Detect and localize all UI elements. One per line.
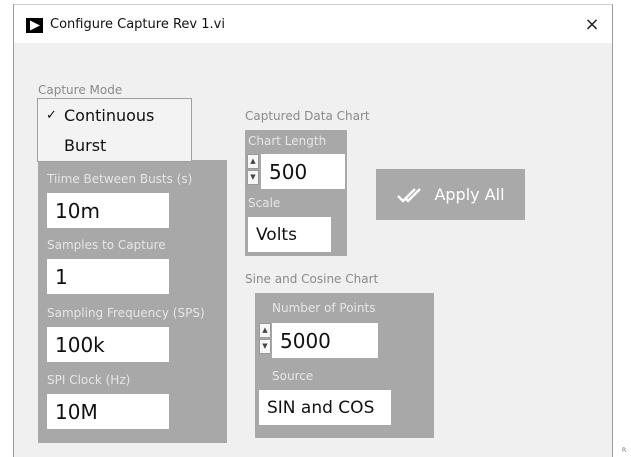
number-of-points-down-button[interactable]: ▼ bbox=[259, 339, 271, 354]
close-icon: × bbox=[584, 13, 600, 35]
double-check-icon bbox=[397, 187, 422, 203]
source-field[interactable]: SIN and COS bbox=[259, 390, 391, 425]
captured-data-chart-label: Captured Data Chart bbox=[245, 109, 370, 123]
menu-item-burst[interactable]: Burst bbox=[64, 136, 106, 155]
number-of-points-up-button[interactable]: ▲ bbox=[259, 323, 271, 338]
sampling-frequency-field[interactable]: 100k bbox=[47, 327, 169, 362]
samples-to-capture-label: Samples to Capture bbox=[47, 238, 166, 252]
labview-run-arrow-icon bbox=[26, 18, 43, 33]
number-of-points-label: Number of Points bbox=[272, 301, 376, 315]
spi-clock-label: SPI Clock (Hz) bbox=[47, 373, 131, 387]
scale-label: Scale bbox=[248, 196, 281, 210]
time-between-bursts-field[interactable]: 10m bbox=[47, 193, 169, 228]
close-button[interactable]: × bbox=[578, 11, 606, 37]
capture-mode-menu: ✓ Continuous Burst bbox=[37, 98, 192, 162]
dialog-window: Configure Capture Rev 1.vi × Capture Mod… bbox=[13, 4, 613, 457]
time-between-bursts-label: Tiime Between Busts (s) bbox=[47, 172, 193, 186]
sine-cosine-chart-label: Sine and Cosine Chart bbox=[245, 272, 379, 286]
scale-field[interactable]: Volts bbox=[248, 217, 331, 252]
spi-clock-field[interactable]: 10M bbox=[47, 394, 169, 429]
checkmark-icon: ✓ bbox=[46, 108, 57, 123]
corner-mark: R bbox=[622, 447, 627, 454]
chart-length-up-button[interactable]: ▲ bbox=[247, 154, 259, 169]
apply-all-button[interactable]: Apply All bbox=[376, 169, 525, 220]
menu-item-continuous[interactable]: Continuous bbox=[64, 106, 154, 125]
window-title: Configure Capture Rev 1.vi bbox=[50, 17, 225, 32]
chart-length-field[interactable]: 500 bbox=[261, 154, 345, 189]
chart-length-down-button[interactable]: ▼ bbox=[247, 170, 259, 185]
capture-mode-label: Capture Mode bbox=[38, 83, 123, 97]
samples-to-capture-field[interactable]: 1 bbox=[47, 259, 169, 294]
sampling-frequency-label: Sampling Frequency (SPS) bbox=[47, 306, 205, 320]
apply-all-label: Apply All bbox=[434, 185, 505, 204]
number-of-points-field[interactable]: 5000 bbox=[272, 323, 378, 358]
title-bar: Configure Capture Rev 1.vi × bbox=[14, 5, 612, 43]
chart-length-label: Chart Length bbox=[248, 134, 327, 148]
source-label: Source bbox=[272, 369, 314, 383]
